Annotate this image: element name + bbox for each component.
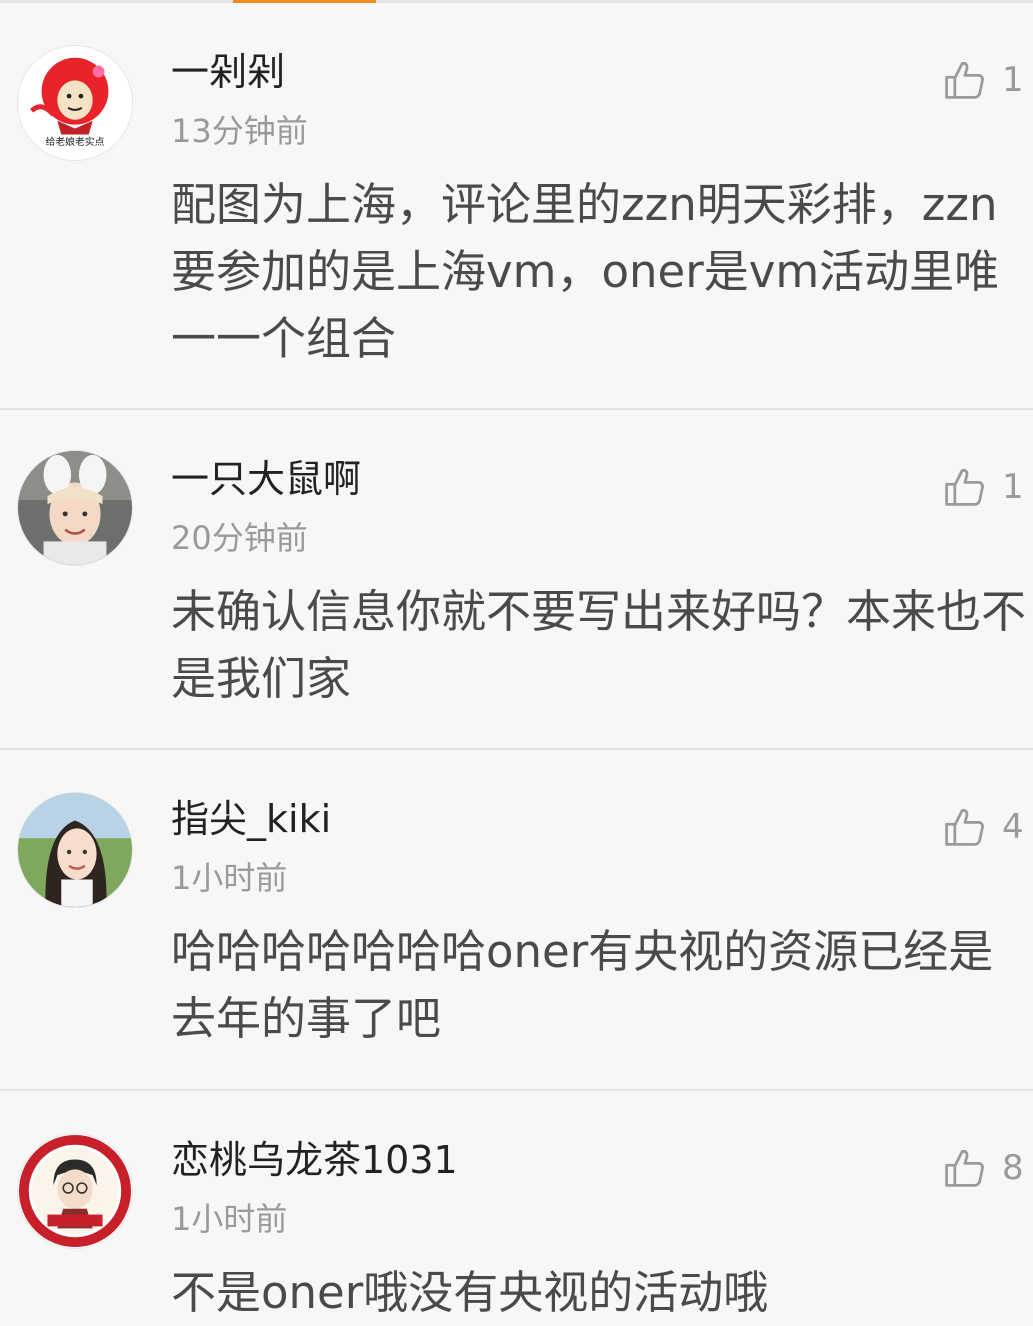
avatar[interactable]: 给老娘老实点 bbox=[17, 45, 133, 161]
comment-item: 恋桃乌龙茶1031 1小时前 8 不是oner哦没有央视的活动哦 bbox=[0, 1091, 1033, 1319]
comment-username[interactable]: 一只大鼠啊 bbox=[171, 454, 361, 504]
comment-timestamp: 1小时前 bbox=[171, 1200, 288, 1238]
avatar[interactable] bbox=[17, 450, 133, 566]
avatar-caption: 给老娘老实点 bbox=[46, 135, 105, 148]
comment-item: 给老娘老实点 一剁剁 13分钟前 1 配图为上海，评论里的zzn明天彩排，zzn… bbox=[0, 3, 1033, 410]
comment-username[interactable]: 一剁剁 bbox=[171, 47, 285, 97]
thumbs-up-icon bbox=[942, 58, 986, 102]
thumbs-up-icon bbox=[942, 805, 986, 849]
like-count: 1 bbox=[1002, 60, 1024, 100]
comment-text: 不是oner哦没有央视的活动哦 bbox=[171, 1266, 769, 1319]
comment-item: 一只大鼠啊 20分钟前 1 未确认信息你就不要写出来好吗？本来也不是我们家 bbox=[0, 410, 1033, 750]
comment-item: 指尖_kiki 1小时前 4 哈哈哈哈哈哈哈oner有央视的资源已经是去年的事了… bbox=[0, 750, 1033, 1091]
comment-timestamp: 1小时前 bbox=[171, 859, 288, 897]
like-button[interactable]: 4 bbox=[942, 802, 1033, 852]
thumbs-up-icon bbox=[942, 465, 986, 509]
like-count: 4 bbox=[1002, 807, 1024, 847]
comment-timestamp: 13分钟前 bbox=[171, 112, 308, 150]
like-count: 1 bbox=[1002, 467, 1024, 507]
like-button[interactable]: 8 bbox=[942, 1143, 1033, 1193]
comment-timestamp: 20分钟前 bbox=[171, 519, 308, 557]
comment-username[interactable]: 指尖_kiki bbox=[171, 794, 331, 844]
avatar[interactable] bbox=[17, 1133, 133, 1249]
like-button[interactable]: 1 bbox=[942, 462, 1033, 512]
comment-text: 未确认信息你就不要写出来好吗？本来也不是我们家 bbox=[171, 585, 1027, 705]
comment-text: 配图为上海，评论里的zzn明天彩排，zzn要参加的是上海vm，oner是vm活动… bbox=[171, 178, 1000, 365]
avatar[interactable] bbox=[17, 792, 133, 908]
like-button[interactable]: 1 bbox=[942, 55, 1033, 105]
thumbs-up-icon bbox=[942, 1146, 986, 1190]
comment-username[interactable]: 恋桃乌龙茶1031 bbox=[171, 1135, 458, 1185]
like-count: 8 bbox=[1002, 1148, 1024, 1188]
comment-text: 哈哈哈哈哈哈哈oner有央视的资源已经是去年的事了吧 bbox=[171, 925, 994, 1045]
